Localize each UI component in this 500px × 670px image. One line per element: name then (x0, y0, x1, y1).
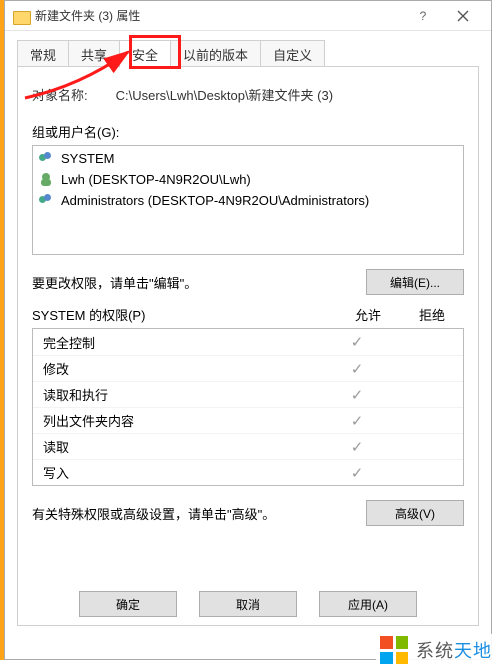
allow-check-icon: ✓ (325, 464, 389, 482)
allow-check-icon: ✓ (325, 333, 389, 351)
tab-general[interactable]: 常规 (17, 40, 69, 67)
permission-name: 完全控制 (43, 333, 325, 352)
permission-row: 读取和执行✓ (33, 381, 463, 407)
allow-check-icon: ✓ (325, 360, 389, 378)
close-button[interactable] (443, 2, 483, 30)
group-name: SYSTEM (61, 151, 114, 166)
permissions-header: SYSTEM 的权限(P) (32, 305, 336, 324)
titlebar: 新建文件夹 (3) 属性 ? (5, 1, 491, 31)
properties-dialog: 新建文件夹 (3) 属性 ? 常规 共享 安全 以前的版本 自定义 对象名称: … (4, 0, 492, 660)
advanced-button[interactable]: 高级(V) (366, 500, 464, 526)
group-name: Administrators (DESKTOP-4N9R2OU\Administ… (61, 193, 369, 208)
allow-check-icon: ✓ (325, 412, 389, 430)
group-name: Lwh (DESKTOP-4N9R2OU\Lwh) (61, 172, 251, 187)
object-path: C:\Users\Lwh\Desktop\新建文件夹 (3) (116, 85, 333, 104)
permission-name: 读取 (43, 437, 325, 456)
user-icon (39, 173, 55, 187)
groups-list[interactable]: SYSTEM Lwh (DESKTOP-4N9R2OU\Lwh) Adminis… (32, 145, 464, 255)
allow-check-icon: ✓ (325, 386, 389, 404)
group-icon (39, 194, 55, 208)
permission-name: 读取和执行 (43, 385, 325, 404)
permission-row: 完全控制✓ (33, 329, 463, 355)
security-panel: 对象名称: C:\Users\Lwh\Desktop\新建文件夹 (3) 组或用… (17, 66, 479, 626)
edit-button[interactable]: 编辑(E)... (366, 269, 464, 295)
permissions-list: 完全控制✓修改✓读取和执行✓列出文件夹内容✓读取✓写入✓ (32, 328, 464, 486)
window-title: 新建文件夹 (3) 属性 (35, 7, 140, 24)
ms-logo-icon (380, 636, 408, 664)
permission-name: 列出文件夹内容 (43, 411, 325, 430)
tab-security[interactable]: 安全 (119, 40, 171, 68)
list-item[interactable]: Administrators (DESKTOP-4N9R2OU\Administ… (33, 190, 463, 211)
tab-previous-versions[interactable]: 以前的版本 (170, 40, 261, 67)
permission-row: 列出文件夹内容✓ (33, 407, 463, 433)
list-item[interactable]: Lwh (DESKTOP-4N9R2OU\Lwh) (33, 169, 463, 190)
list-item[interactable]: SYSTEM (33, 148, 463, 169)
watermark: 系统天地 (376, 634, 496, 666)
cancel-button[interactable]: 取消 (199, 591, 297, 617)
ok-button[interactable]: 确定 (79, 591, 177, 617)
permission-row: 修改✓ (33, 355, 463, 381)
tab-sharing[interactable]: 共享 (68, 40, 120, 67)
group-icon (39, 152, 55, 166)
apply-button[interactable]: 应用(A) (319, 591, 417, 617)
allow-check-icon: ✓ (325, 438, 389, 456)
object-name-label: 对象名称: (32, 85, 88, 104)
col-deny: 拒绝 (400, 305, 464, 324)
col-allow: 允许 (336, 305, 400, 324)
edit-hint: 要更改权限，请单击"编辑"。 (32, 273, 197, 292)
permission-name: 修改 (43, 359, 325, 378)
groups-label: 组或用户名(G): (32, 122, 464, 141)
permission-row: 读取✓ (33, 433, 463, 459)
tab-customize[interactable]: 自定义 (260, 40, 325, 67)
permission-name: 写入 (43, 463, 325, 482)
permission-row: 写入✓ (33, 459, 463, 485)
advanced-hint: 有关特殊权限或高级设置，请单击"高级"。 (32, 504, 275, 523)
folder-icon (13, 9, 29, 23)
tab-strip: 常规 共享 安全 以前的版本 自定义 (17, 39, 479, 67)
help-button[interactable]: ? (403, 2, 443, 30)
